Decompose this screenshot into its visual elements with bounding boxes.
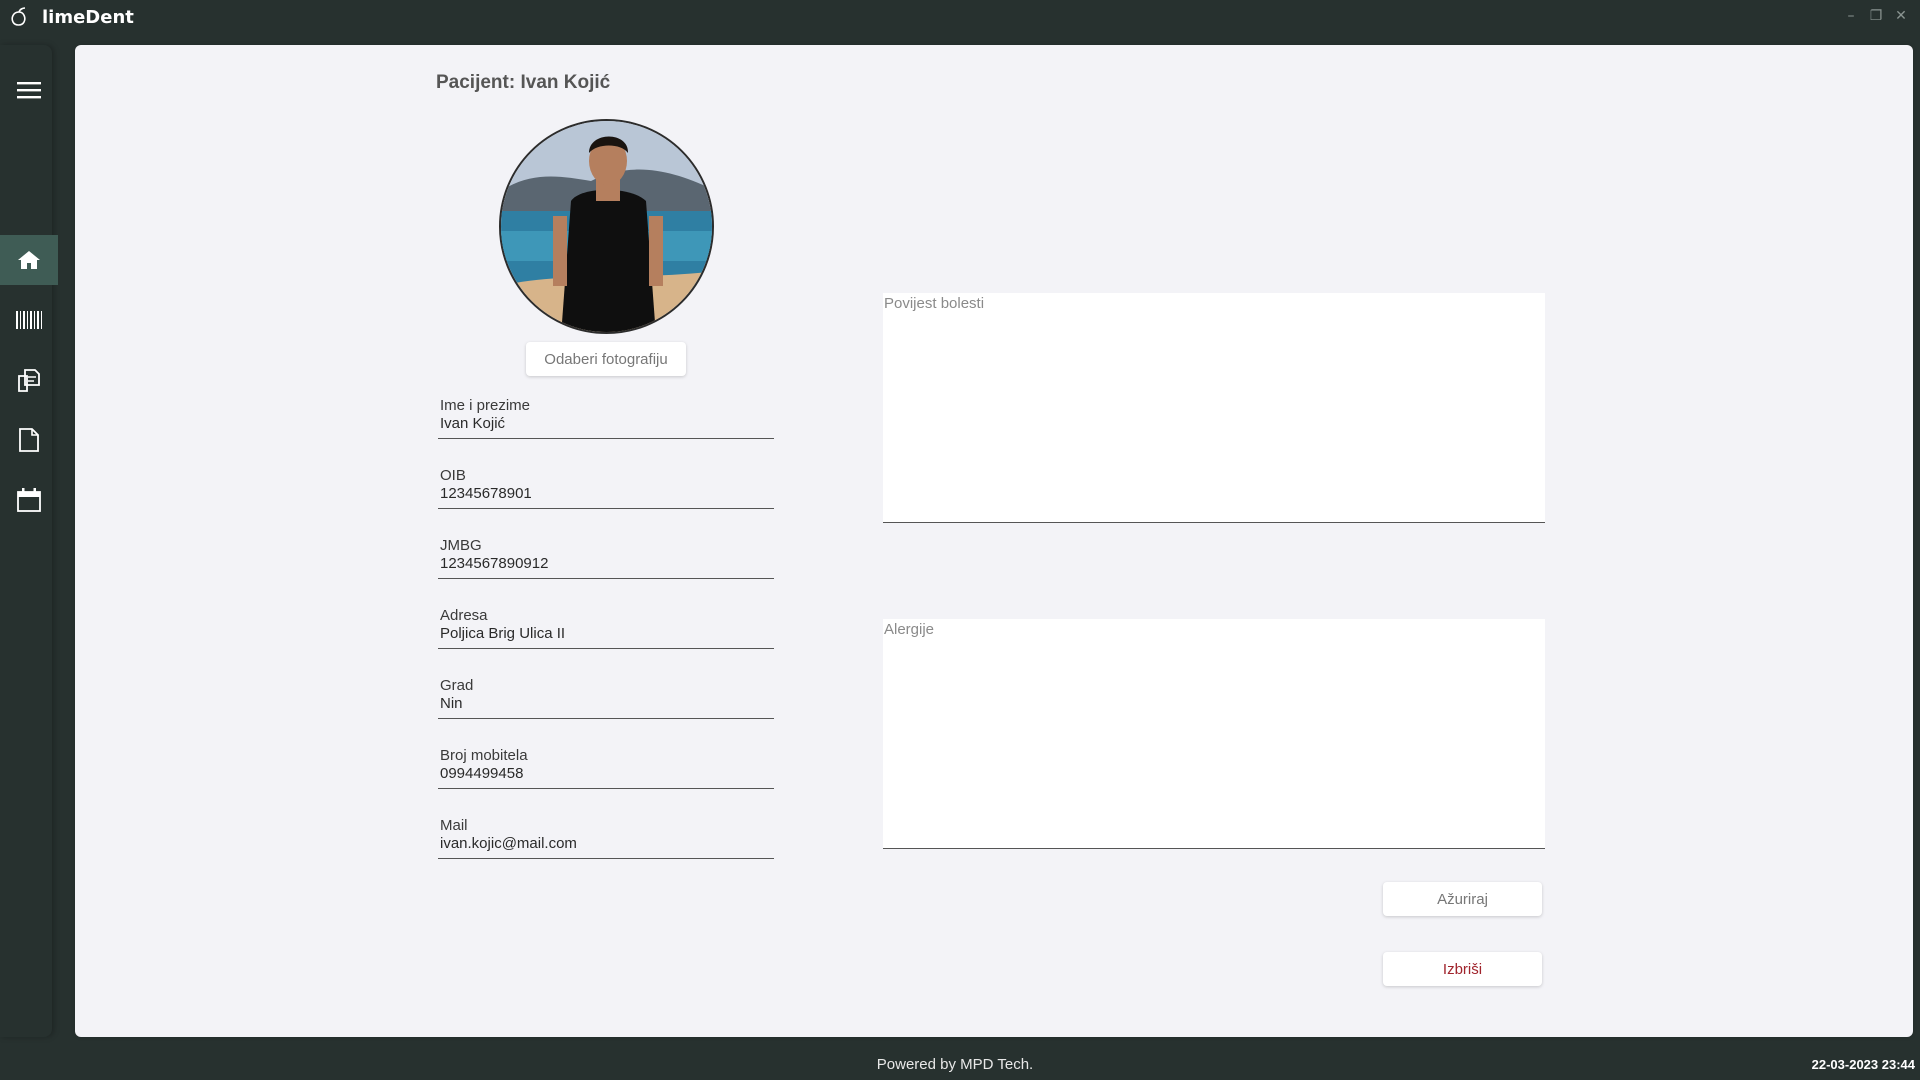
close-button[interactable]: ✕ [1892, 7, 1910, 25]
delete-button[interactable]: Izbriši [1383, 952, 1542, 986]
allergies-textarea[interactable]: Alergije [883, 619, 1545, 849]
oib-label: OIB [440, 467, 466, 484]
patient-photo [501, 121, 712, 332]
app-title: limeDent [42, 7, 134, 28]
documents-icon [18, 369, 40, 392]
allergies-placeholder: Alergije [884, 621, 935, 638]
city-field[interactable]: Grad Nin [438, 677, 774, 719]
main-panel [75, 45, 1913, 1037]
jmbg-value[interactable]: 1234567890912 [440, 555, 770, 572]
full-name-field[interactable]: Ime i prezime Ivan Kojić [438, 397, 774, 439]
powered-by-text: Powered by MPD Tech. [876, 1056, 1034, 1073]
sidebar [0, 45, 58, 1037]
city-label: Grad [440, 677, 474, 694]
medical-history-textarea[interactable]: Povijest bolesti [883, 293, 1545, 523]
medical-history-placeholder: Povijest bolesti [884, 295, 985, 312]
minimize-button[interactable]: – [1842, 7, 1860, 25]
sidebar-item-documents[interactable] [0, 355, 58, 405]
sidebar-item-home[interactable] [0, 235, 58, 285]
barcode-icon [16, 311, 42, 329]
sidebar-item-calendar[interactable] [0, 475, 58, 525]
home-icon [18, 251, 40, 269]
address-label: Adresa [440, 607, 488, 624]
mobile-value[interactable]: 0994499458 [440, 765, 770, 782]
mobile-label: Broj mobitela [440, 747, 528, 764]
update-button[interactable]: Ažuriraj [1383, 882, 1542, 916]
hamburger-menu-icon [17, 82, 41, 99]
city-value[interactable]: Nin [440, 695, 770, 712]
patient-avatar [499, 119, 714, 334]
mail-value[interactable]: ivan.kojic@mail.com [440, 835, 770, 852]
title-bar: limeDent – ❐ ✕ [0, 0, 1920, 35]
calendar-icon [17, 488, 41, 512]
datetime-display: 22-03-2023 23:44 [1811, 1057, 1915, 1072]
menu-toggle-button[interactable] [0, 65, 58, 115]
sidebar-item-barcode[interactable] [0, 295, 58, 345]
address-field[interactable]: Adresa Poljica Brig Ulica II [438, 607, 774, 649]
address-value[interactable]: Poljica Brig Ulica II [440, 625, 770, 642]
full-name-label: Ime i prezime [440, 397, 531, 414]
mobile-field[interactable]: Broj mobitela 0994499458 [438, 747, 774, 789]
maximize-button[interactable]: ❐ [1867, 7, 1885, 25]
page-title: Pacijent: Ivan Kojić [436, 72, 611, 93]
oib-value[interactable]: 12345678901 [440, 485, 770, 502]
mail-field[interactable]: Mail ivan.kojic@mail.com [438, 817, 774, 859]
jmbg-field[interactable]: JMBG 1234567890912 [438, 537, 774, 579]
full-name-value[interactable]: Ivan Kojić [440, 415, 770, 432]
sidebar-item-file[interactable] [0, 415, 58, 465]
oib-field[interactable]: OIB 12345678901 [438, 467, 774, 509]
jmbg-label: JMBG [440, 537, 482, 554]
choose-photo-button[interactable]: Odaberi fotografiju [526, 342, 686, 376]
file-icon [19, 428, 39, 452]
lime-logo-icon [11, 7, 26, 26]
mail-label: Mail [440, 817, 468, 834]
